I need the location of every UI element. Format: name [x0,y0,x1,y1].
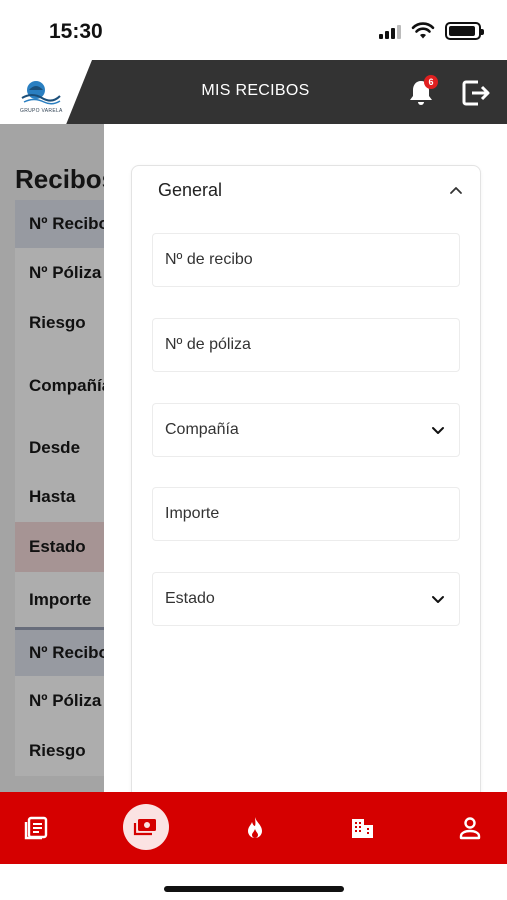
status-bar: 15:30 [0,0,507,60]
nav-companies[interactable] [332,792,392,864]
filter-section-title[interactable]: General [158,180,222,201]
wifi-icon [411,22,435,39]
status-time: 15:30 [49,20,103,43]
nav-profile[interactable] [440,792,500,864]
nav-claims[interactable] [225,792,285,864]
notification-badge: 6 [424,75,438,89]
bottom-navigation [0,792,507,864]
receipt-number-input[interactable]: Nº de recibo [152,233,460,287]
logout-icon[interactable] [460,78,492,108]
status-select[interactable]: Estado [152,572,460,626]
app-header: GRUPO VARELA MIS RECIBOS 6 [0,60,507,124]
policy-number-input[interactable]: Nº de póliza [152,318,460,372]
policy-number-placeholder: Nº de póliza [165,336,251,353]
company-select[interactable]: Compañía [152,403,460,457]
amount-input[interactable]: Importe [152,487,460,541]
chevron-up-icon[interactable] [446,180,466,200]
companies-icon [352,819,373,838]
receipt-number-placeholder: Nº de recibo [165,251,253,268]
company-select-value: Compañía [165,421,239,438]
logo-text: GRUPO VARELA [20,108,63,114]
policies-icon [24,816,48,840]
chevron-down-icon [432,596,444,603]
filter-drawer: General Nº de recibo Nº de póliza Compañ… [104,124,507,805]
amount-placeholder: Importe [165,505,220,522]
nav-policies[interactable] [7,792,67,864]
home-indicator[interactable] [164,886,344,892]
status-icons [379,22,484,40]
home-indicator-area [0,864,507,900]
filter-card-general: General Nº de recibo Nº de póliza Compañ… [131,165,481,805]
nav-receipts[interactable] [123,804,169,850]
receipts-icon [133,819,156,836]
claims-icon [248,817,262,838]
chevron-down-icon [432,427,444,434]
profile-icon [459,817,481,840]
status-select-value: Estado [165,590,215,607]
cellular-signal-icon [379,23,401,39]
battery-icon [445,22,484,40]
